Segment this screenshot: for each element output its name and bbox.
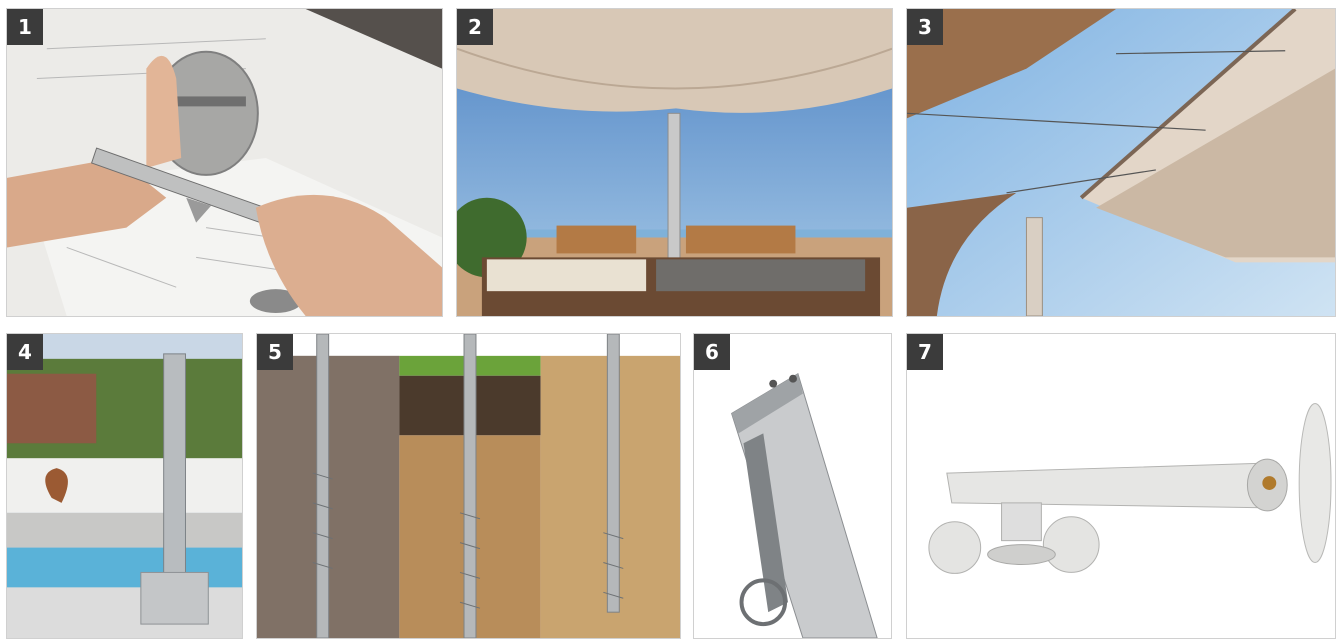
photo-panel-7: 7 <box>906 333 1336 639</box>
photo-panel-6: 6 <box>693 333 892 639</box>
panel-number-badge: 6 <box>694 334 730 370</box>
photo-panel-4: 4 <box>6 333 243 639</box>
panel-number-badge: 7 <box>907 334 943 370</box>
panel-number-badge: 4 <box>7 334 43 370</box>
panel-number-badge: 5 <box>257 334 293 370</box>
wind-sensor-image <box>907 334 1335 638</box>
ground-anchor-soil-image <box>257 334 680 638</box>
building-mount-image <box>907 9 1335 316</box>
caliper-measurement-image <box>7 9 442 316</box>
terrace-shade-sail-image <box>457 9 892 316</box>
photo-panel-5: 5 <box>256 333 681 639</box>
panel-number-badge: 3 <box>907 9 943 45</box>
photo-panel-1: 1 <box>6 8 443 317</box>
post-head-closeup-image <box>694 334 891 638</box>
poolside-post-image <box>7 334 242 638</box>
panel-number-badge: 1 <box>7 9 43 45</box>
photo-panel-3: 3 <box>906 8 1336 317</box>
photo-panel-2: 2 <box>456 8 893 317</box>
panel-number-badge: 2 <box>457 9 493 45</box>
